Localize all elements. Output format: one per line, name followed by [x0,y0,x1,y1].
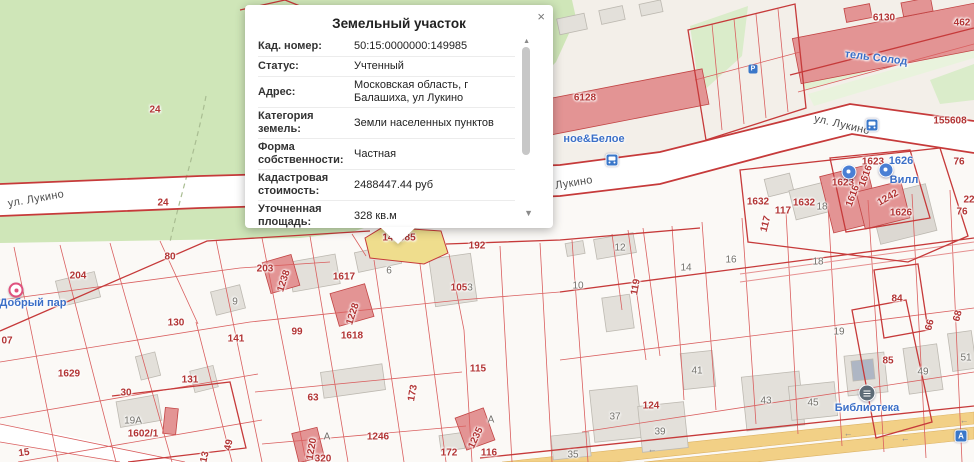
bus-stop-icon[interactable] [606,154,619,167]
popup-row: Кад. номер: 50:15:0000000:149985 [258,37,515,56]
popup-row: Уточненная площадь: 328 кв.м [258,200,515,228]
popup-scrollbar[interactable] [522,47,530,155]
library-icon[interactable] [859,385,876,402]
field-label: Кад. номер: [258,40,350,53]
field-value: Московская область, г Балашиха, ул Лукин… [350,79,515,105]
popup-row: Форма собственности: Частная [258,138,515,169]
field-value: 328 кв.м [350,210,515,223]
parcel-info-popup: × Земельный участок Кад. номер: 50:15:00… [245,5,553,228]
bus-stop-a-icon[interactable]: А [955,430,968,443]
poi-icon[interactable] [879,163,894,178]
popup-row: Кадастровая стоимость: 2488447.44 руб [258,169,515,200]
field-value: Земли населенных пунктов [350,117,515,130]
poi-icon[interactable] [842,165,857,180]
cadastral-map-app: 242420480130141071629131301602/115491320… [0,0,974,462]
popup-row: Статус: Учтенный [258,56,515,76]
popup-title: Земельный участок [245,16,553,31]
field-label: Кадастровая стоимость: [258,172,350,198]
spa-poi-icon[interactable] [9,283,24,298]
field-value: 2488447.44 руб [350,179,515,192]
field-label: Адрес: [258,86,350,99]
field-value: 50:15:0000000:149985 [350,40,515,53]
parking-icon[interactable]: Р [749,65,758,74]
field-label: Уточненная площадь: [258,203,350,228]
field-value: Частная [350,148,515,161]
popup-rows: Кад. номер: 50:15:0000000:149985 Статус:… [258,37,515,228]
bus-stop-icon[interactable] [866,119,879,132]
popup-row: Категория земель: Земли населенных пункт… [258,107,515,138]
field-value: Учтенный [350,60,515,73]
popup-row: Адрес: Московская область, г Балашиха, у… [258,76,515,107]
field-label: Форма собственности: [258,141,350,167]
scroll-down-icon[interactable]: ▼ [524,208,533,218]
field-label: Статус: [258,60,350,73]
scroll-up-icon[interactable]: ▲ [523,38,530,45]
popup-pointer [380,227,416,244]
close-icon[interactable]: × [537,10,545,23]
field-label: Категория земель: [258,110,350,136]
